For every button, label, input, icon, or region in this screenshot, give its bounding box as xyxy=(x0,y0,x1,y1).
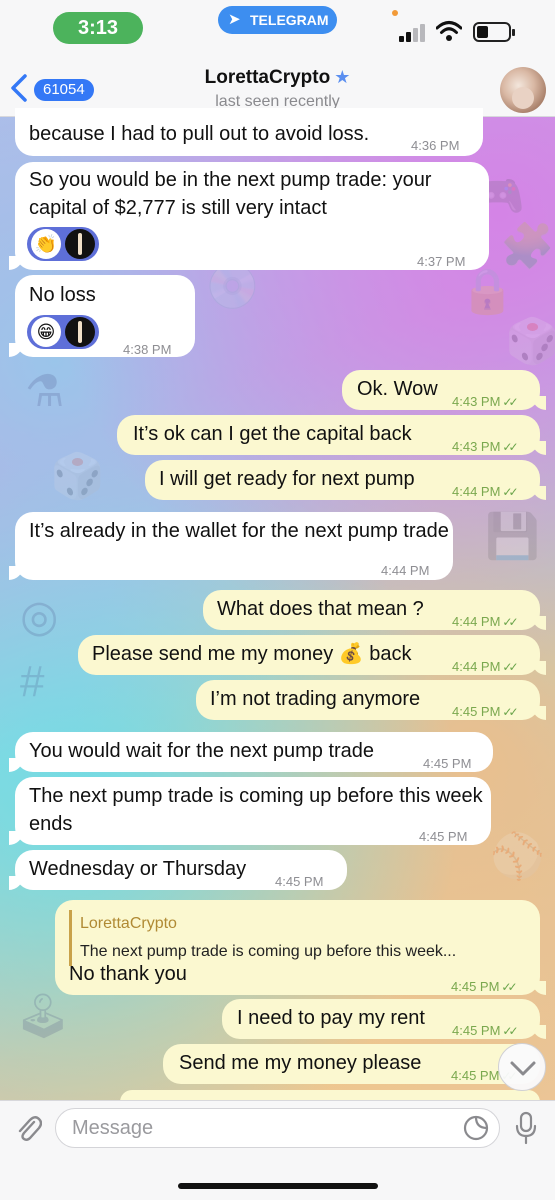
message-time: 4:37 PM xyxy=(417,254,466,269)
message-text: It’s already in the wallet for the next … xyxy=(29,520,449,542)
reaction-avatar xyxy=(65,229,95,259)
reaction-emoji: 😁 xyxy=(31,317,61,347)
message-time: 4:43 PM xyxy=(452,394,501,409)
unread-count-badge[interactable]: 61054 xyxy=(34,79,94,101)
reply-author: LorettaCrypto xyxy=(80,915,177,932)
lock-icon: 🔒 xyxy=(460,267,515,316)
message-text: Send me my money please xyxy=(179,1052,422,1074)
target-icon: ◎ xyxy=(20,592,59,641)
read-checkmarks-icon: ✓✓ xyxy=(502,395,518,409)
message-text: because I had to pull out to avoid loss. xyxy=(29,123,370,145)
message-time: 4:45 PM xyxy=(452,1023,501,1038)
chat-title: LorettaCrypto xyxy=(204,67,331,88)
message-incoming[interactable]: Wednesday or Thursday 4:45 PM xyxy=(9,850,347,890)
read-checkmarks-icon: ✓✓ xyxy=(501,980,517,994)
message-text: No thank you xyxy=(69,963,187,985)
sticker-icon[interactable] xyxy=(463,1115,489,1141)
flask-icon: ⚗ xyxy=(25,367,65,416)
message-text: I’m not trading anymore xyxy=(210,688,421,710)
message-time: 4:44 PM xyxy=(381,563,430,578)
message-text: I need to pay my rent xyxy=(237,1007,425,1029)
message-text: I will get ready for next pump xyxy=(159,468,415,490)
message-time: 4:44 PM xyxy=(452,614,501,629)
read-checkmarks-icon: ✓✓ xyxy=(502,660,518,674)
battery-icon xyxy=(473,22,515,42)
message-outgoing[interactable]: It’s ok can I get the capital back 4:43 … xyxy=(117,415,546,455)
message-outgoing[interactable]: I need to pay my rent 4:45 PM ✓✓ xyxy=(222,999,546,1039)
message-time: 4:45 PM xyxy=(423,756,472,771)
chip-icon: 💾 xyxy=(485,512,540,561)
message-incoming[interactable]: because I had to pull out to avoid loss.… xyxy=(15,108,483,156)
message-outgoing[interactable]: Please send me my money 💰 back 4:44 PM ✓✓ xyxy=(78,635,546,675)
read-checkmarks-icon: ✓✓ xyxy=(502,440,518,454)
reaction-emoji: 👏 xyxy=(31,229,61,259)
message-text: What does that mean ? xyxy=(217,598,424,620)
read-checkmarks-icon: ✓✓ xyxy=(502,615,518,629)
message-time: 4:36 PM xyxy=(411,138,460,153)
disc-icon: 💿 xyxy=(205,262,260,311)
chevron-left-icon[interactable] xyxy=(8,73,30,103)
message-time: 4:45 PM xyxy=(451,1068,500,1083)
message-time: 4:45 PM xyxy=(419,829,468,844)
message-reactions[interactable]: 😁 xyxy=(27,315,99,349)
paperclip-icon[interactable] xyxy=(14,1113,42,1143)
message-incoming[interactable]: You would wait for the next pump trade 4… xyxy=(9,732,493,772)
wifi-icon xyxy=(436,21,462,41)
message-text: You would wait for the next pump trade xyxy=(29,740,375,762)
message-text: It’s ok can I get the capital back xyxy=(133,423,412,445)
message-time: 4:45 PM xyxy=(452,704,501,719)
message-input[interactable]: Message xyxy=(55,1108,500,1148)
avatar[interactable] xyxy=(500,67,546,113)
cube-icon: 🎲 xyxy=(505,317,555,366)
puzzle-icon: 🧩 xyxy=(500,222,555,271)
telegram-plane-icon: ➤ xyxy=(228,11,241,28)
message-incoming[interactable]: It’s already in the wallet for the next … xyxy=(9,512,453,580)
message-time: 4:43 PM xyxy=(452,439,501,454)
message-time: 4:44 PM xyxy=(452,484,501,499)
message-outgoing-reply[interactable]: LorettaCrypto The next pump trade is com… xyxy=(55,900,546,995)
message-time: 4:44 PM xyxy=(452,659,501,674)
message-text: No loss xyxy=(29,284,96,306)
message-incoming[interactable]: No loss 😁 4:38 PM xyxy=(9,275,195,357)
star-icon: ★ xyxy=(334,67,351,87)
message-outgoing[interactable]: I will get ready for next pump 4:44 PM ✓✓ xyxy=(145,460,546,500)
chevron-down-icon xyxy=(510,1061,536,1076)
message-outgoing[interactable]: Ok. Wow 4:43 PM ✓✓ xyxy=(342,370,546,410)
chat-title-area[interactable]: LorettaCrypto ★ last seen recently xyxy=(150,67,405,111)
privacy-indicator-dot xyxy=(392,10,398,16)
read-checkmarks-icon: ✓✓ xyxy=(502,705,518,719)
message-incoming[interactable]: So you would be in the next pump trade: … xyxy=(9,162,489,270)
tictactoe-icon: # xyxy=(20,657,45,706)
message-time: 4:38 PM xyxy=(123,342,172,357)
message-reactions[interactable]: 👏 xyxy=(27,227,99,261)
microphone-icon[interactable] xyxy=(514,1111,538,1145)
scroll-to-bottom-button[interactable] xyxy=(498,1043,546,1091)
message-text: Wednesday or Thursday xyxy=(29,858,247,880)
controller-icon: 🕹 xyxy=(15,992,71,1041)
telegram-pill-label: TELEGRAM xyxy=(250,12,329,28)
telegram-chat-screen: 🎮 🧩 💿 🔒 🎲 ⚗ 🎲 💾 ◎ # ⚾ 🕹 3:13 ➤ TELEGRAM xyxy=(0,0,555,1200)
message-time: 4:45 PM xyxy=(451,979,500,994)
reply-quote[interactable]: LorettaCrypto The next pump trade is com… xyxy=(69,910,529,966)
cellular-signal-icon xyxy=(399,24,429,42)
ball-icon: ⚾ xyxy=(490,832,545,881)
message-text: Ok. Wow xyxy=(357,378,438,400)
message-text: Please send me my money 💰 back xyxy=(92,643,412,665)
telegram-pill[interactable]: ➤ TELEGRAM xyxy=(218,6,337,34)
read-checkmarks-icon: ✓✓ xyxy=(502,485,518,499)
status-bar: 3:13 ➤ TELEGRAM xyxy=(0,0,555,55)
message-text: So you would be in the next pump trade: … xyxy=(29,169,432,219)
message-time: 4:45 PM xyxy=(275,874,324,889)
read-checkmarks-icon: ✓✓ xyxy=(502,1024,518,1038)
message-incoming[interactable]: The next pump trade is coming up before … xyxy=(9,777,491,845)
message-outgoing[interactable]: What does that mean ? 4:44 PM ✓✓ xyxy=(203,590,546,630)
reaction-avatar xyxy=(65,317,95,347)
dice-icon: 🎲 xyxy=(50,452,105,501)
message-outgoing[interactable]: I’m not trading anymore 4:45 PM ✓✓ xyxy=(196,680,546,720)
message-outgoing[interactable]: Send me my money please 4:45 PM✓✓ xyxy=(163,1044,540,1084)
home-indicator[interactable] xyxy=(178,1183,378,1189)
clock-time: 3:13 xyxy=(53,12,143,44)
